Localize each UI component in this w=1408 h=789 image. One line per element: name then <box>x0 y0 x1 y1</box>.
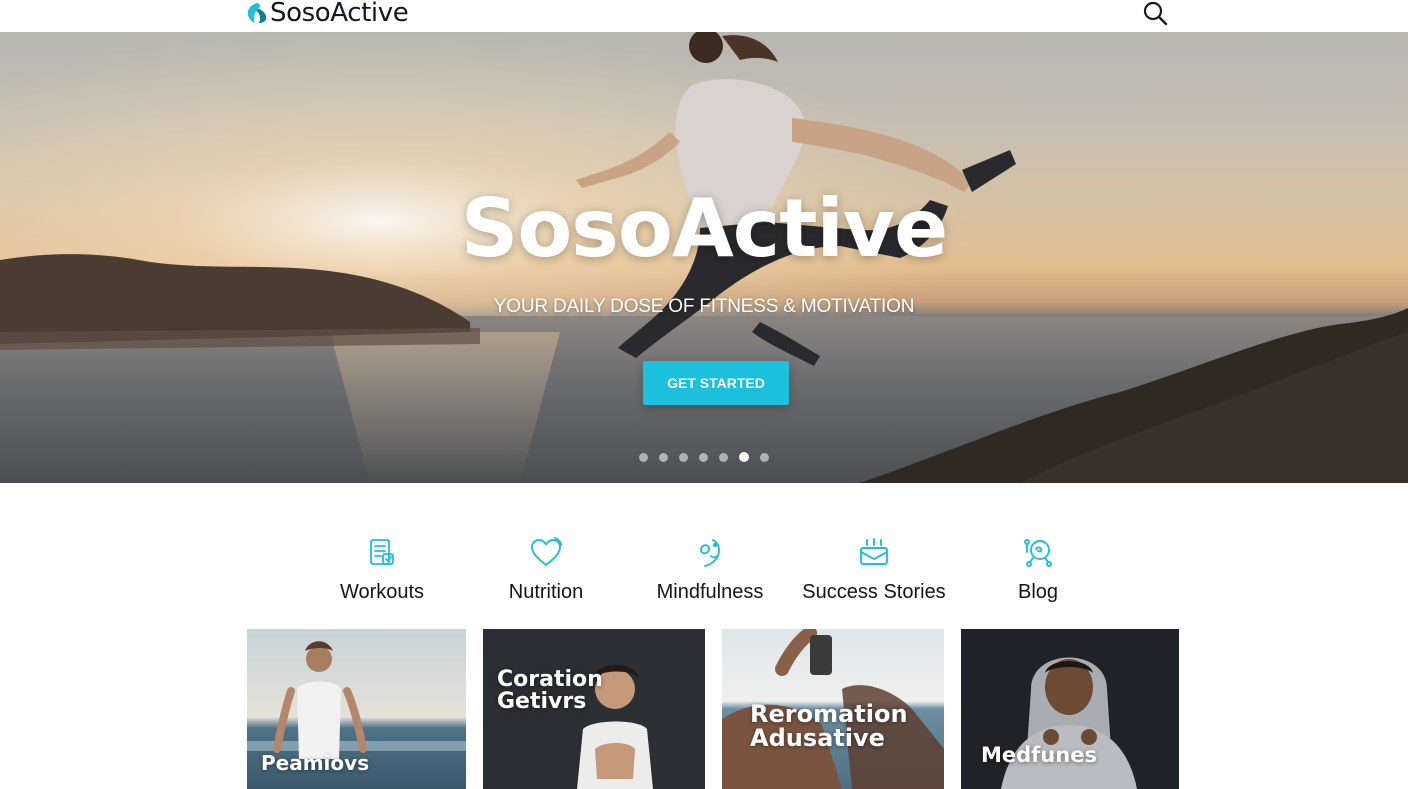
card-title-line: Peamiovs <box>261 751 370 775</box>
category-nav: Workouts Nutrition Mindfulness Success S… <box>300 536 1120 608</box>
category-blog[interactable]: Blog <box>956 536 1120 604</box>
logo-mark-icon <box>247 3 267 23</box>
card-title: Coration Getivrs <box>497 669 603 713</box>
clipboard-icon <box>370 539 394 565</box>
article-card[interactable]: Medfunes <box>961 629 1179 789</box>
carousel-dot-active[interactable] <box>739 452 749 462</box>
chat-pin-icon <box>1024 539 1052 567</box>
category-label: Workouts <box>339 581 425 603</box>
search-button[interactable] <box>1142 0 1168 26</box>
site-header: SosoActive <box>0 0 1408 32</box>
category-workouts[interactable]: Workouts <box>300 536 464 604</box>
card-title-line: Getivrs <box>497 689 587 714</box>
search-icon <box>1143 1 1168 26</box>
category-mindfulness[interactable]: Mindfulness <box>628 536 792 604</box>
card-title-line: Reromation <box>750 700 908 728</box>
category-nutrition[interactable]: Nutrition <box>464 536 628 604</box>
logo-text: SosoActive <box>270 0 409 28</box>
mindfulness-icon <box>700 539 720 567</box>
category-label: Success Stories <box>802 581 946 603</box>
carousel-dot[interactable] <box>699 452 708 462</box>
carousel-indicators <box>639 452 769 462</box>
category-success-stories[interactable]: Success Stories <box>792 536 956 604</box>
carousel-dot[interactable] <box>659 452 668 462</box>
carousel-dot[interactable] <box>760 452 769 462</box>
carousel-dot[interactable] <box>679 452 688 462</box>
inbox-icon <box>860 538 888 565</box>
card-title-line: Medfunes <box>981 743 1097 767</box>
carousel-dot[interactable] <box>639 452 648 462</box>
category-label: Nutrition <box>508 581 584 603</box>
card-title: Reromation Adusative <box>750 702 908 750</box>
hero-banner: SosoActive YOUR DAILY DOSE OF FITNESS & … <box>0 32 1408 483</box>
get-started-button[interactable]: GET STARTED <box>643 361 789 405</box>
hero-subtitle: YOUR DAILY DOSE OF FITNESS & MOTIVATION <box>493 296 915 317</box>
category-label: Mindfulness <box>656 581 764 603</box>
article-card[interactable]: Peamiovs <box>247 629 466 789</box>
card-title: Peamiovs <box>261 753 369 773</box>
card-title-line: Adusative <box>750 724 885 752</box>
card-title-line: Coration <box>497 667 603 692</box>
carousel-dot[interactable] <box>719 452 728 462</box>
hero-title: SosoActive <box>460 182 949 275</box>
card-title: Medfunes <box>981 745 1097 766</box>
heart-icon <box>531 537 562 566</box>
article-card[interactable]: Coration Getivrs <box>483 629 705 789</box>
category-label: Blog <box>1017 581 1059 603</box>
article-card[interactable]: Reromation Adusative <box>722 629 944 789</box>
site-logo[interactable]: SosoActive <box>246 0 409 28</box>
